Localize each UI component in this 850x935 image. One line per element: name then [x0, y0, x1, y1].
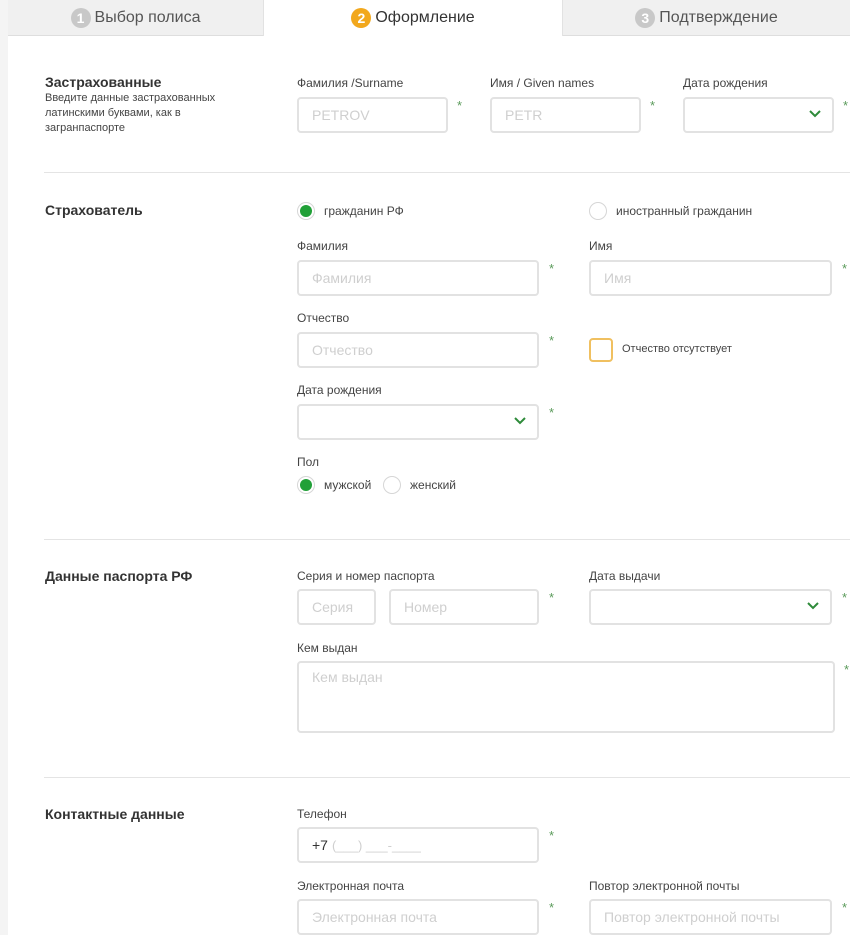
policyholder-birth-date-label: Дата рождения [297, 383, 382, 397]
required-mark: * [549, 900, 555, 915]
required-mark: * [844, 662, 850, 677]
section-divider [44, 539, 850, 540]
required-mark: * [843, 98, 849, 113]
tab-label: Выбор полиса [94, 8, 201, 26]
policyholder-birth-date-select[interactable] [297, 404, 539, 440]
phone-label: Телефон [297, 807, 347, 821]
email-label: Электронная почта [297, 879, 405, 893]
contacts-section-title: Контактные данные [45, 806, 185, 822]
policyholder-section-title: Страхователь [45, 202, 143, 218]
passport-issued-by-label: Кем выдан [297, 641, 358, 655]
radio-gender-male[interactable]: мужской [297, 476, 371, 494]
section-divider [44, 777, 850, 778]
tab-confirmation[interactable]: 3 Подтверждение [563, 0, 850, 36]
radio-button-selected[interactable] [297, 476, 315, 494]
section-divider [44, 172, 850, 173]
required-mark: * [842, 261, 848, 276]
step-number-badge: 3 [635, 7, 656, 28]
radio-label: мужской [324, 478, 372, 492]
radio-citizen-rf[interactable]: гражданин РФ [297, 202, 404, 220]
passport-section-title: Данные паспорта РФ [45, 568, 193, 584]
passport-issue-date-select[interactable] [589, 589, 832, 625]
radio-label: женский [410, 478, 456, 492]
form-content: Застрахованные Введите данные застрахова… [8, 36, 850, 935]
tab-label: Оформление [375, 9, 475, 26]
chevron-down-icon [809, 110, 821, 118]
insured-section-title: Застрахованные [45, 74, 162, 90]
step-number-badge: 2 [351, 8, 372, 28]
radio-gender-female[interactable]: женский [383, 476, 456, 494]
radio-foreign-citizen[interactable]: иностранный гражданин [589, 202, 752, 220]
insured-surname-label: Фамилия /Surname [297, 76, 404, 90]
tab-policy-selection[interactable]: 1 Выбор полиса [8, 0, 263, 36]
policyholder-surname-input[interactable] [297, 260, 539, 296]
policyholder-patronymic-input[interactable] [297, 332, 539, 368]
insured-surname-input[interactable] [297, 97, 448, 133]
insured-birth-date-label: Дата рождения [683, 76, 768, 90]
radio-label: иностранный гражданин [616, 204, 753, 218]
required-mark: * [549, 405, 555, 420]
insured-given-names-input[interactable] [490, 97, 641, 133]
required-mark: * [457, 98, 463, 113]
required-mark: * [549, 333, 555, 348]
insured-section-description: Введите данные застрахованных латинскими… [45, 92, 216, 134]
radio-button[interactable] [383, 476, 401, 494]
policyholder-surname-label: Фамилия [297, 239, 348, 253]
passport-number-input[interactable] [389, 589, 539, 625]
phone-mask: (___) ___-____ [331, 837, 421, 853]
phone-input[interactable]: +7 (___) ___-____ [297, 827, 539, 863]
radio-button[interactable] [589, 202, 607, 220]
required-mark: * [549, 828, 555, 843]
step-number-badge: 1 [70, 7, 91, 28]
required-mark: * [549, 261, 555, 276]
tab-registration[interactable]: 2 Оформление [263, 0, 563, 36]
required-mark: * [549, 590, 555, 605]
gender-label: Пол [297, 455, 320, 469]
insured-given-names-label: Имя / Given names [490, 76, 595, 90]
passport-issue-date-label: Дата выдачи [589, 569, 661, 583]
passport-series-number-label: Серия и номер паспорта [297, 569, 435, 583]
passport-series-input[interactable] [297, 589, 376, 625]
email-input[interactable] [297, 899, 539, 935]
required-mark: * [842, 590, 848, 605]
radio-label: гражданин РФ [324, 204, 404, 218]
required-mark: * [842, 900, 848, 915]
radio-button-selected[interactable] [297, 202, 315, 220]
chevron-down-icon [807, 602, 819, 610]
passport-issued-by-textarea[interactable] [297, 661, 835, 733]
chevron-down-icon [514, 417, 526, 425]
tab-label: Подтверждение [659, 8, 778, 26]
no-patronymic-label: Отчество отсутствует [622, 343, 732, 355]
policyholder-name-label: Имя [589, 239, 613, 253]
email-repeat-input[interactable] [589, 899, 832, 935]
policyholder-patronymic-label: Отчество [297, 311, 350, 325]
no-patronymic-checkbox[interactable] [589, 338, 613, 362]
step-tabs: 1 Выбор полиса 2 Оформление 3 Подтвержде… [0, 0, 850, 36]
email-repeat-label: Повтор электронной почты [589, 879, 740, 893]
insured-birth-date-select[interactable] [683, 97, 834, 133]
required-mark: * [650, 98, 656, 113]
phone-prefix: +7 [312, 837, 328, 853]
policyholder-name-input[interactable] [589, 260, 832, 296]
